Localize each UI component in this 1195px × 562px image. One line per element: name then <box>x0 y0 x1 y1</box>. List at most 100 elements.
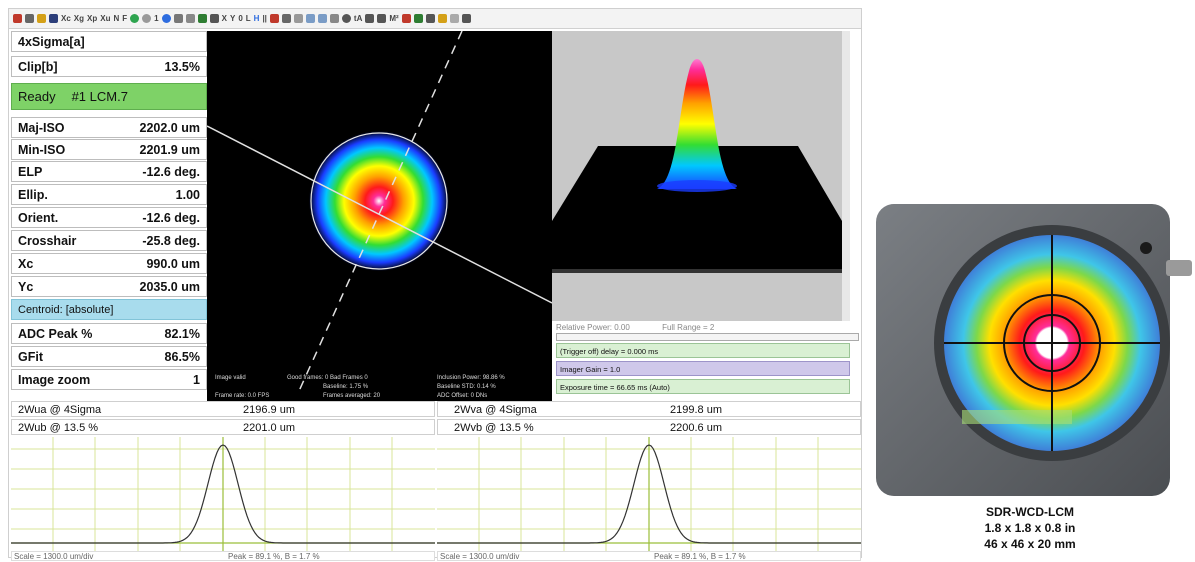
good-frames-text: Good frames: 0 Bad Frames 0 <box>287 375 368 381</box>
row-value: 990.0 um <box>146 256 200 271</box>
record-icon[interactable] <box>269 14 279 23</box>
stop-icon[interactable] <box>142 14 152 23</box>
camera-icon[interactable] <box>173 14 183 23</box>
bulb-icon[interactable] <box>437 14 447 23</box>
profile-v-plot[interactable] <box>437 437 861 551</box>
sensor-tape <box>962 410 1072 424</box>
profile-u-4sigma-row: 2Wua @ 4Sigma 2196.9 um <box>11 401 435 417</box>
peak-text: Peak = 89.1 %, B = 1.7 % <box>654 552 746 561</box>
xg-icon[interactable]: Xg <box>74 14 84 23</box>
measurement-row[interactable]: Clip[b] 13.5% <box>11 56 207 77</box>
ta-icon[interactable]: tA <box>354 14 362 23</box>
xc-icon[interactable]: Xc <box>61 14 71 23</box>
m2-icon[interactable]: M² <box>389 14 398 23</box>
h-icon[interactable]: H <box>254 14 260 23</box>
product-size-mm: 46 x 46 x 20 mm <box>984 537 1076 551</box>
beam-image-view[interactable]: Image valid Frame rate: 0.0 FPS Good fra… <box>207 31 552 401</box>
relative-power-row: Relative Power: 0.00 Full Range = 2 <box>556 323 861 333</box>
f-icon[interactable]: F <box>122 14 127 23</box>
row-label: Xc <box>18 256 34 271</box>
pencil-icon[interactable] <box>25 14 34 23</box>
up-arrow-icon[interactable] <box>13 14 22 23</box>
profile-label: 2Wvb @ 13.5 % <box>454 422 534 434</box>
peak-text: Peak = 89.1 %, B = 1.7 % <box>228 552 320 561</box>
product-size-in: 1.8 x 1.8 x 0.8 in <box>984 521 1076 535</box>
chart-icon[interactable] <box>401 14 411 23</box>
trigger-delay-slider[interactable]: (Trigger off) delay = 0.000 ms <box>556 343 850 358</box>
vertical-scrollbar[interactable] <box>842 31 850 321</box>
camera-control-panel: Relative Power: 0.00 Full Range = 2 (Tri… <box>552 321 859 401</box>
full-range-text: Full Range = 2 <box>662 323 715 332</box>
camera-led <box>1140 242 1152 254</box>
print-icon[interactable] <box>365 14 375 23</box>
status-state: Ready <box>18 89 56 104</box>
profile-value: 2200.6 um <box>670 422 722 434</box>
arrows-icon[interactable] <box>305 14 315 23</box>
profile-label: 2Wua @ 4Sigma <box>18 404 102 416</box>
image-icon[interactable] <box>449 14 459 23</box>
row-label: Crosshair <box>18 233 77 248</box>
grid-icon[interactable] <box>197 14 207 23</box>
profile-value: 2196.9 um <box>243 404 295 416</box>
measurement-row[interactable]: 4xSigma[a] <box>11 31 207 52</box>
layout-icon[interactable] <box>281 14 291 23</box>
xp-icon[interactable]: Xp <box>87 14 97 23</box>
run-icon[interactable] <box>130 14 140 23</box>
tool-icon[interactable] <box>329 14 339 23</box>
product-name: SDR-WCD-LCM <box>986 505 1074 519</box>
baseline-std-text: Baseline STD: 0.14 % <box>437 384 496 390</box>
row-value: 1 <box>193 372 200 387</box>
image-valid-text: Image valid <box>215 375 246 381</box>
profile-value: 2199.8 um <box>670 404 722 416</box>
printer-icon[interactable] <box>377 14 387 23</box>
beam-3d-svg <box>552 59 842 273</box>
l-icon[interactable]: L <box>246 14 251 23</box>
profile-u-plot[interactable] <box>11 437 435 551</box>
row-value: 2201.9 um <box>139 142 200 157</box>
profile-v-4sigma-row: 2Wva @ 4Sigma 2199.8 um <box>437 401 861 417</box>
inclusion-power-text: Inclusion Power: 98.86 % <box>437 375 505 381</box>
profile-v-footer: Scale = 1300.0 um/div Peak = 89.1 %, B =… <box>437 551 861 561</box>
square-icon[interactable] <box>209 14 219 23</box>
row-value: 13.5% <box>164 59 200 74</box>
row-label: Image zoom <box>18 372 91 387</box>
centroid-mode-button[interactable]: Centroid: [absolute] <box>11 299 207 320</box>
lock-icon[interactable] <box>185 14 195 23</box>
row-value: 2202.0 um <box>139 120 200 135</box>
exposure-time-slider[interactable]: Exposure time = 66.65 ms (Auto) <box>556 379 850 394</box>
product-caption: SDR-WCD-LCM 1.8 x 1.8 x 0.8 in 46 x 46 x… <box>935 504 1125 552</box>
grid-small-icon[interactable] <box>293 14 303 23</box>
frames-averaged-text: Frames averaged: 20 <box>323 393 381 399</box>
x-axis-icon[interactable]: X <box>222 14 227 23</box>
person-icon[interactable] <box>425 14 435 23</box>
arrow-right-icon[interactable] <box>317 14 327 23</box>
plus-icon[interactable] <box>413 14 423 23</box>
n-icon[interactable]: N <box>114 14 120 23</box>
xu-icon[interactable]: Xu <box>100 14 110 23</box>
folder-icon[interactable] <box>37 14 46 23</box>
barcode-icon[interactable] <box>461 14 471 23</box>
circle-icon[interactable] <box>341 14 351 23</box>
row-label: ELP <box>18 164 43 179</box>
imager-gain-slider[interactable]: Imager Gain = 1.0 <box>556 361 850 376</box>
info-icon[interactable] <box>161 14 171 23</box>
profile-u-svg <box>11 437 435 551</box>
centroid-label: Centroid: [absolute] <box>18 303 114 316</box>
beam-profiler-window: Xc Xg Xp Xu N F 1 X Y 0 L H || tA M² 4xS… <box>8 8 862 561</box>
result-row: Xc 990.0 um <box>11 253 207 274</box>
beam-3d-view[interactable] <box>552 31 842 321</box>
result-row: Ellip. 1.00 <box>11 184 207 205</box>
profile-value: 2201.0 um <box>243 422 295 434</box>
row-value: -12.6 deg. <box>142 164 200 179</box>
profile-label: 2Wub @ 13.5 % <box>18 422 99 434</box>
extra-row[interactable]: Image zoom 1 <box>11 369 207 390</box>
y-axis-icon[interactable]: Y <box>230 14 235 23</box>
scale-text: Scale = 1300.0 um/div <box>440 552 520 561</box>
result-row: Maj-ISO 2202.0 um <box>11 117 207 138</box>
save-icon[interactable] <box>49 14 58 23</box>
one-icon[interactable]: 1 <box>154 14 158 23</box>
zero-icon[interactable]: 0 <box>238 14 242 23</box>
profile-label: 2Wva @ 4Sigma <box>454 404 537 416</box>
result-row: Orient. -12.6 deg. <box>11 207 207 228</box>
bars-icon[interactable]: || <box>262 14 266 23</box>
